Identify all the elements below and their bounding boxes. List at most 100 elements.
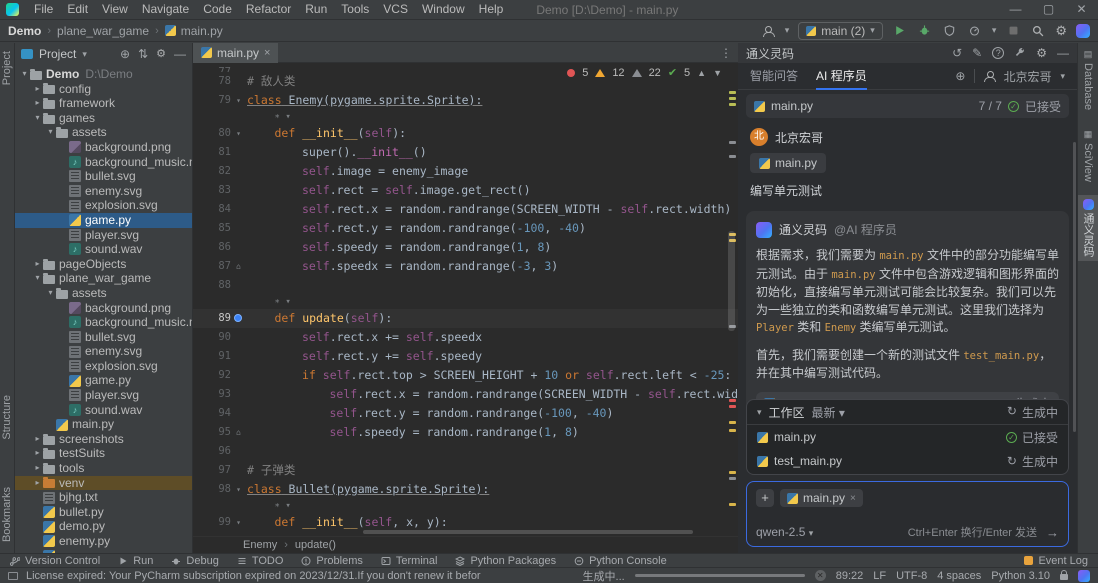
toolwindow-todo[interactable]: TODO xyxy=(237,555,284,567)
code-line-98[interactable]: 98▾class Bullet(pygame.sprite.Sprite): xyxy=(193,480,738,499)
code-line-88[interactable]: 88 xyxy=(193,276,738,295)
line-number[interactable]: 93 xyxy=(193,385,241,404)
tool-tab-bookmarks[interactable]: Bookmarks xyxy=(1,487,13,542)
profiler-dropdown-caret[interactable]: ▾ xyxy=(992,25,997,36)
stripe-mark[interactable] xyxy=(729,97,736,100)
collapsed-arrow-icon[interactable]: ▸ xyxy=(32,96,43,111)
tree-item-tools[interactable]: ▸tools xyxy=(15,461,192,476)
hide-assistant-icon[interactable]: — xyxy=(1057,46,1069,60)
expanded-arrow-icon[interactable]: ▾ xyxy=(32,271,43,286)
code-line-97[interactable]: 97# 子弹类 xyxy=(193,461,738,480)
chevron-down-icon[interactable]: ▾ xyxy=(82,49,87,60)
menu-refactor[interactable]: Refactor xyxy=(239,0,298,19)
stripe-mark[interactable] xyxy=(729,503,736,506)
tree-item-game-py[interactable]: game.py xyxy=(15,213,192,228)
line-number[interactable]: 82 xyxy=(193,162,241,181)
breadcrumb-folder[interactable]: plane_war_game xyxy=(57,24,149,38)
code-line-86[interactable]: 86self.speedy = random.randrange(1, 8) xyxy=(193,238,738,257)
account-name[interactable]: 北京宏哥 xyxy=(1003,68,1051,85)
license-message[interactable]: License expired: Your PyCharm subscripti… xyxy=(26,570,481,582)
fold-arrow-icon[interactable]: ▾ xyxy=(236,480,241,499)
tree-item-enemy-svg[interactable]: enemy.svg xyxy=(15,344,192,359)
code-line-93[interactable]: 93self.rect.x = random.randrange(SCREEN_… xyxy=(193,385,738,404)
indent-setting[interactable]: 4 spaces xyxy=(937,570,981,582)
add-context-button[interactable]: + xyxy=(756,489,774,507)
menu-window[interactable]: Window xyxy=(415,0,472,19)
code-line-85[interactable]: 85self.rect.y = random.randrange(-100, -… xyxy=(193,219,738,238)
stripe-mark[interactable] xyxy=(729,399,736,402)
tree-item-enemy-py[interactable]: enemy.py xyxy=(15,534,192,549)
chevron-down-icon[interactable]: ▾ xyxy=(1060,71,1065,82)
run-coverage-button[interactable] xyxy=(942,23,958,39)
line-number[interactable]: 80▾ xyxy=(193,124,241,143)
line-number[interactable]: 78 xyxy=(193,72,241,91)
toolwindow-python-console[interactable]: Python Console xyxy=(574,555,667,567)
tree-item-plane-war-game[interactable]: ▾plane_war_game xyxy=(15,271,192,286)
stripe-mark[interactable] xyxy=(729,421,736,424)
search-everywhere-icon[interactable] xyxy=(1030,23,1046,39)
code-line-92[interactable]: 92if self.rect.top > SCREEN_HEIGHT + 10 … xyxy=(193,366,738,385)
help-icon[interactable]: ? xyxy=(992,47,1004,59)
tree-item-bullet-py[interactable]: bullet.py xyxy=(15,505,192,520)
code-line-87[interactable]: 87⌂self.speedx = random.randrange(-3, 3) xyxy=(193,257,738,276)
tree-item-screenshots[interactable]: ▸screenshots xyxy=(15,432,192,447)
code-line-80[interactable]: 80▾def __init__(self): xyxy=(193,124,738,143)
breadcrumb-class[interactable]: Enemy xyxy=(243,539,277,551)
line-number[interactable]: 97 xyxy=(193,461,241,480)
tool-tab-structure[interactable]: Structure xyxy=(1,395,13,440)
settings-gear-icon[interactable]: ⚙ xyxy=(1055,23,1067,39)
tool-tab-tongyi[interactable]: 通义灵码 xyxy=(1078,195,1098,261)
line-ending[interactable]: LF xyxy=(873,570,886,582)
tongyi-suggestion-icon[interactable] xyxy=(234,314,242,322)
lock-icon[interactable] xyxy=(1060,574,1068,580)
stripe-mark[interactable] xyxy=(729,405,736,408)
collapsed-arrow-icon[interactable]: ▸ xyxy=(32,82,43,97)
tree-item-sound-wav[interactable]: ♪sound.wav xyxy=(15,403,192,418)
tool-tab-database[interactable]: ▤ Database xyxy=(1078,45,1098,114)
line-number[interactable]: 88 xyxy=(193,276,241,295)
file-encoding[interactable]: UTF-8 xyxy=(896,570,927,582)
tree-item-background-music-mp3[interactable]: ♪background_music.mp3 xyxy=(15,155,192,170)
line-number[interactable]: 83 xyxy=(193,181,241,200)
ai-codelens-row[interactable]: ∗ ▾ xyxy=(193,499,738,513)
new-chat-icon[interactable]: ✎ xyxy=(972,46,982,60)
menu-help[interactable]: Help xyxy=(472,0,511,19)
code-line-82[interactable]: 82self.image = enemy_image xyxy=(193,162,738,181)
line-number[interactable]: 85 xyxy=(193,219,241,238)
code-line-96[interactable]: 96 xyxy=(193,442,738,461)
fold-arrow-icon[interactable]: ▾ xyxy=(236,513,241,532)
tree-item-enemy-svg[interactable]: enemy.svg xyxy=(15,184,192,199)
code-editor[interactable]: 7778# 敌人类79▾class Enemy(pygame.sprite.Sp… xyxy=(193,63,738,536)
line-number[interactable]: 94 xyxy=(193,404,241,423)
chat-input[interactable]: + main.py × qwen-2.5 ▾ Ctrl+Enter 换行/Ent… xyxy=(746,481,1069,547)
collapsed-arrow-icon[interactable]: ▸ xyxy=(32,476,43,491)
line-number[interactable]: 87⌂ xyxy=(193,257,241,276)
generated-file-row[interactable]: main.py 7 / 7 ✓ 已接受 xyxy=(746,94,1069,118)
toolwindow-version-control[interactable]: Version Control xyxy=(10,555,100,567)
attached-file-chip[interactable]: main.py xyxy=(750,153,826,173)
tree-item-config[interactable]: ▸config xyxy=(15,82,192,97)
collapse-icon[interactable]: ▾ xyxy=(757,407,762,418)
toolwindow-problems[interactable]: Problems xyxy=(301,555,362,567)
tongyi-inline-icon[interactable]: ∗ ▾ xyxy=(241,295,291,309)
caret-position[interactable]: 89:22 xyxy=(836,570,864,582)
prev-problem-icon[interactable]: ▲ xyxy=(697,68,706,78)
menu-run[interactable]: Run xyxy=(298,0,334,19)
menu-vcs[interactable]: VCS xyxy=(376,0,415,19)
run-config-selector[interactable]: main (2) ▾ xyxy=(798,22,883,40)
stripe-mark[interactable] xyxy=(729,141,736,144)
fold-arrow-icon[interactable]: ▾ xyxy=(236,91,241,110)
line-number[interactable]: 86 xyxy=(193,238,241,257)
tool-tab-project[interactable]: Project xyxy=(1,51,13,85)
inspections-widget[interactable]: 5 12 22 ✔ 5 ▲ ▼ xyxy=(567,66,722,79)
tongyi-inline-icon[interactable]: ∗ ▾ xyxy=(241,499,291,513)
line-number[interactable]: 90 xyxy=(193,328,241,347)
tree-item-game-py[interactable]: game.py xyxy=(15,373,192,388)
tree-item-background-png[interactable]: background.png xyxy=(15,140,192,155)
context-file-chip[interactable]: main.py × xyxy=(780,489,863,507)
profiler-button[interactable] xyxy=(967,23,983,39)
code-line-90[interactable]: 90self.rect.x += self.speedx xyxy=(193,328,738,347)
maximize-button[interactable]: ▢ xyxy=(1032,0,1065,19)
tree-item-venv[interactable]: ▸venv xyxy=(15,476,192,491)
code-line-95[interactable]: 95⌂self.speedy = random.randrange(1, 8) xyxy=(193,423,738,442)
